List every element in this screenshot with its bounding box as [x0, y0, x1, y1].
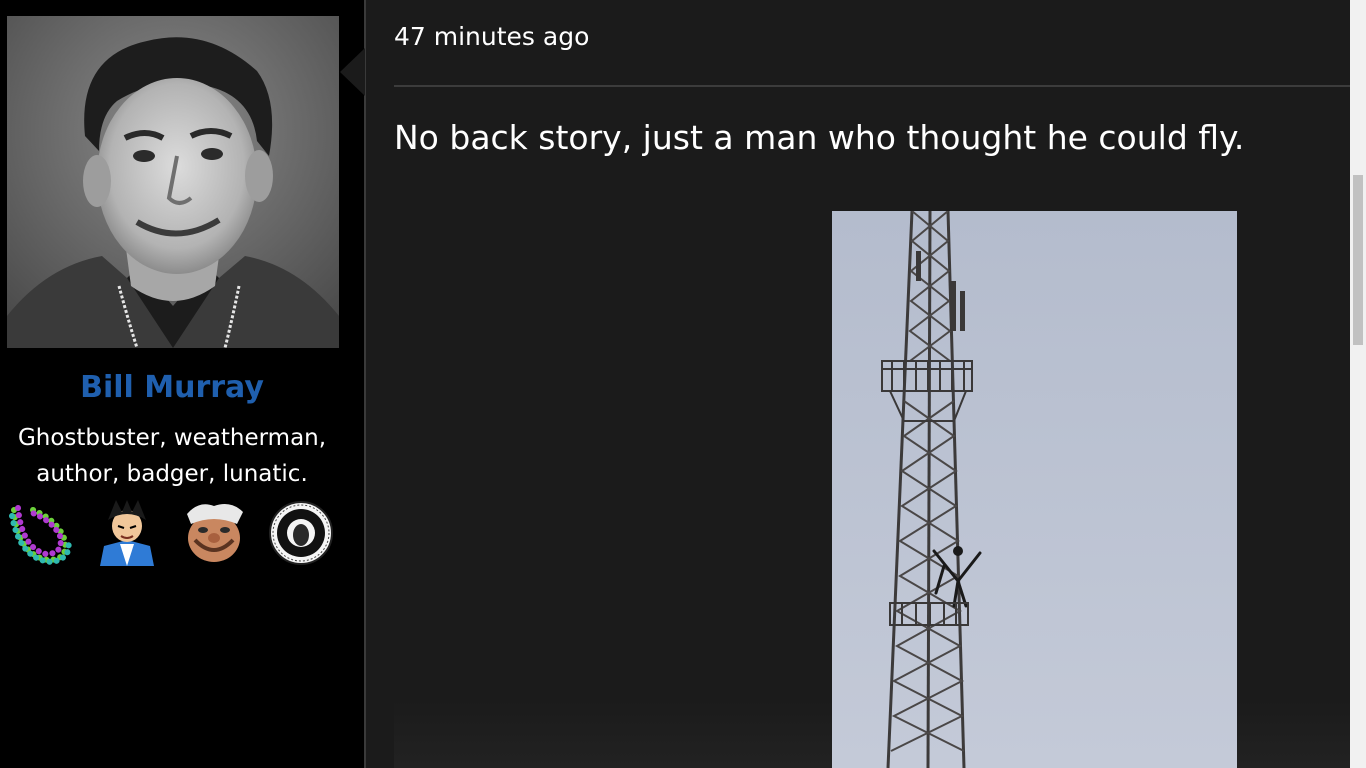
post-card: 47 minutes ago No back story, just a man…	[366, 0, 1350, 768]
author-sidebar: Bill Murray Ghostbuster, weatherman, aut…	[0, 0, 364, 768]
chef-muppet-icon[interactable]	[181, 500, 247, 566]
author-bio-line: author, badger, lunatic.	[36, 461, 308, 487]
avatar-portrait-image	[7, 16, 339, 348]
author-name-link[interactable]: Bill Murray	[0, 370, 344, 405]
post-media-image[interactable]	[832, 211, 1237, 768]
post-divider	[394, 85, 1350, 87]
vertical-scrollbar[interactable]	[1350, 0, 1366, 768]
page: Bill Murray Ghostbuster, weatherman, aut…	[0, 0, 1366, 768]
post-text: No back story, just a man who thought he…	[394, 118, 1245, 157]
tower-photo	[832, 211, 1237, 768]
badge-row	[8, 500, 338, 570]
round-seal-icon[interactable]	[268, 500, 334, 566]
avatar[interactable]	[7, 16, 339, 348]
scrollbar-thumb[interactable]	[1353, 175, 1363, 345]
bubble-pointer	[340, 48, 365, 96]
post-timestamp[interactable]: 47 minutes ago	[394, 22, 589, 51]
beads-necklace-icon[interactable]	[8, 500, 74, 566]
anime-character-icon[interactable]	[94, 500, 160, 566]
author-bio-line: Ghostbuster, weatherman,	[17, 425, 327, 451]
author-bio: Ghostbuster, weatherman, author, badger,…	[0, 420, 344, 492]
